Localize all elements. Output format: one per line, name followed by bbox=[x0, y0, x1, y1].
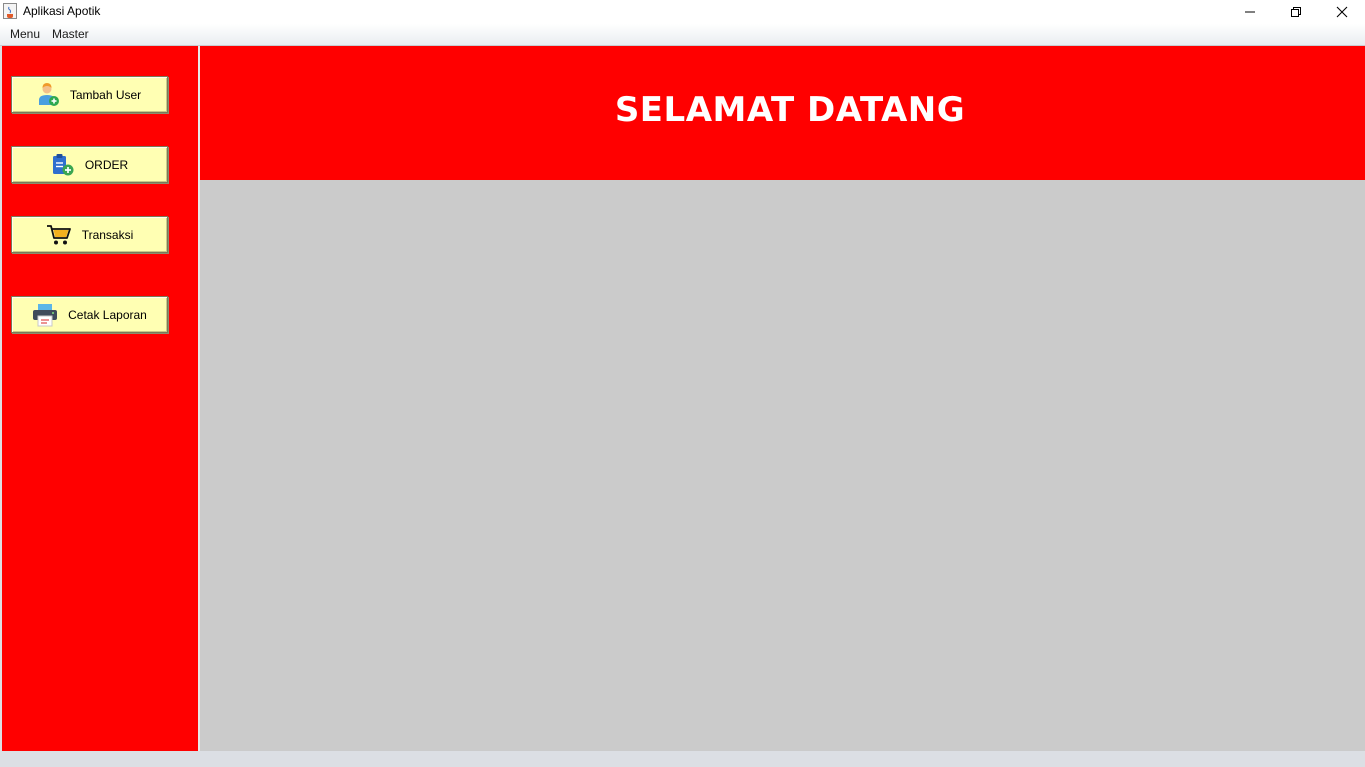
welcome-title: SELAMAT DATANG bbox=[614, 90, 966, 130]
java-cup-icon bbox=[3, 3, 17, 19]
menu-item-menu[interactable]: Menu bbox=[10, 27, 40, 41]
menu-item-master[interactable]: Master bbox=[52, 27, 89, 41]
title-bar: Aplikasi Apotik bbox=[0, 0, 1365, 24]
clipboard-add-icon bbox=[52, 153, 74, 175]
window-title: Aplikasi Apotik bbox=[23, 4, 101, 18]
sidebar: Tambah User ORDER Transaksi Cetak Lapora… bbox=[2, 46, 198, 751]
printer-icon bbox=[33, 303, 58, 326]
restore-icon bbox=[1291, 7, 1301, 17]
close-button[interactable] bbox=[1319, 0, 1365, 24]
window-bottom-edge bbox=[0, 751, 1365, 767]
restore-button[interactable] bbox=[1273, 0, 1319, 24]
tambah-user-button[interactable]: Tambah User bbox=[11, 76, 168, 113]
add-user-icon bbox=[38, 82, 59, 106]
minimize-button[interactable] bbox=[1227, 0, 1273, 24]
minimize-icon bbox=[1245, 11, 1255, 13]
close-icon bbox=[1336, 6, 1348, 18]
shopping-cart-icon bbox=[46, 224, 71, 244]
cetak-laporan-button[interactable]: Cetak Laporan bbox=[11, 296, 168, 333]
welcome-banner: SELAMAT DATANG bbox=[200, 46, 1365, 180]
order-label: ORDER bbox=[84, 157, 129, 172]
cetak-laporan-label: Cetak Laporan bbox=[68, 307, 147, 322]
main-content-area bbox=[200, 180, 1365, 751]
tambah-user-label: Tambah User bbox=[69, 87, 142, 102]
menu-bar: Menu Master bbox=[0, 24, 1365, 46]
transaksi-label: Transaksi bbox=[81, 227, 134, 242]
transaksi-button[interactable]: Transaksi bbox=[11, 216, 168, 253]
order-button[interactable]: ORDER bbox=[11, 146, 168, 183]
